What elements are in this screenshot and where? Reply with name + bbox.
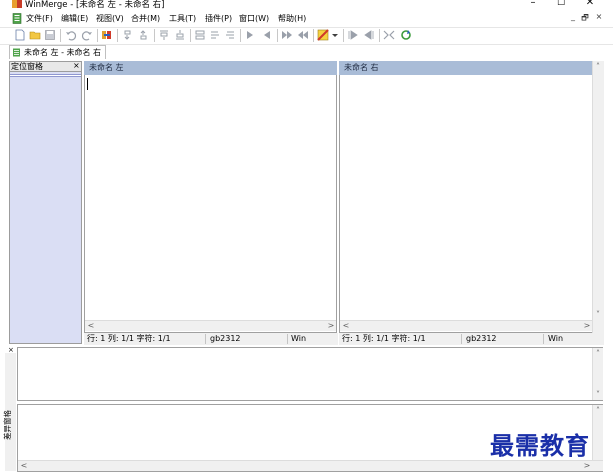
right-cursor-position: 行: 1 列: 1/1 字符: 1/1: [342, 333, 426, 345]
menu-file[interactable]: 文件(F): [26, 13, 53, 24]
menu-view[interactable]: 视图(V): [96, 13, 124, 24]
left-encoding: gb2312: [210, 333, 241, 345]
mdi-minimize-button[interactable]: _: [568, 12, 578, 21]
first-diff-icon[interactable]: [158, 29, 170, 41]
menu-edit[interactable]: 编辑(E): [61, 13, 88, 24]
current-diff-icon[interactable]: [194, 29, 206, 41]
diff-pane-title: 差异窗格: [3, 410, 12, 440]
menu-plugins[interactable]: 插件(P): [205, 13, 232, 24]
right-text-pane[interactable]: [339, 61, 593, 333]
vertical-scrollbar[interactable]: [592, 61, 604, 345]
menu-tools[interactable]: 工具(T): [169, 13, 196, 24]
window-title: WinMerge - [未命名 左 - 未命名 右]: [25, 0, 165, 10]
location-viewport-indicator[interactable]: [10, 74, 81, 77]
open-folder-icon[interactable]: [29, 29, 41, 41]
left-horizontal-scrollbar[interactable]: [85, 320, 336, 331]
dropdown-arrow-icon[interactable]: [331, 29, 339, 41]
menu-bar: [0, 10, 613, 27]
scroll-left-arrow-icon[interactable]: <: [86, 320, 96, 331]
left-pane-header: 未命名 左: [84, 61, 337, 75]
new-file-icon[interactable]: [14, 29, 26, 41]
prev-diff-icon[interactable]: [138, 29, 150, 41]
color-scheme-icon[interactable]: [317, 29, 329, 41]
undo-icon[interactable]: [65, 29, 77, 41]
left-eol-type: Win: [291, 333, 307, 345]
left-cursor-position: 行: 1 列: 1/1 字符: 1/1: [87, 333, 171, 345]
right-encoding: gb2312: [466, 333, 497, 345]
scroll-up-arrow-icon[interactable]: ˄: [593, 61, 603, 72]
copy-to-right-icon[interactable]: [244, 29, 256, 41]
mdi-restore-button[interactable]: 🗗: [580, 12, 590, 26]
scroll-up-arrow-icon[interactable]: ˄: [593, 405, 603, 416]
scroll-left-arrow-icon[interactable]: <: [19, 460, 29, 471]
refresh-icon[interactable]: [400, 29, 412, 41]
copy-left-icon[interactable]: [209, 29, 221, 41]
location-pane[interactable]: [9, 61, 82, 344]
watermark-text: 最需教育: [490, 431, 590, 460]
tab-compare-document[interactable]: 未命名 左 - 未命名 右: [9, 45, 107, 59]
right-horizontal-scrollbar[interactable]: [340, 320, 592, 331]
copy-all-right-icon[interactable]: [281, 29, 293, 41]
menu-merge[interactable]: 合并(M): [131, 13, 160, 24]
copy-all-left-icon[interactable]: [297, 29, 309, 41]
scroll-right-arrow-icon[interactable]: >: [582, 460, 592, 471]
scroll-right-arrow-icon[interactable]: >: [582, 320, 592, 331]
close-window-button[interactable]: ✕: [580, 0, 600, 9]
scroll-down-arrow-icon[interactable]: ˅: [593, 309, 603, 320]
winmerge-app-icon: [12, 0, 22, 8]
scroll-down-arrow-icon[interactable]: ˅: [593, 389, 603, 400]
compare-icon[interactable]: [101, 29, 113, 41]
minimize-button[interactable]: –: [523, 0, 543, 9]
mdi-close-button[interactable]: ×: [594, 12, 604, 21]
text-caret: [87, 78, 88, 90]
maximize-button[interactable]: ☐: [551, 0, 571, 9]
copy-right-icon[interactable]: [224, 29, 236, 41]
save-icon[interactable]: [44, 29, 56, 41]
location-pane-title: 定位窗格: [11, 62, 43, 71]
menu-help[interactable]: 帮助(H): [278, 13, 306, 24]
location-pane-close-button[interactable]: ×: [73, 61, 80, 71]
redo-icon[interactable]: [81, 29, 93, 41]
prev-file-icon[interactable]: [363, 29, 375, 41]
last-diff-icon[interactable]: [174, 29, 186, 41]
menu-window[interactable]: 窗口(W): [239, 13, 269, 24]
right-pane-header: 未命名 右: [339, 61, 593, 75]
scroll-up-arrow-icon[interactable]: ˄: [593, 348, 603, 359]
scroll-left-arrow-icon[interactable]: <: [341, 320, 351, 331]
document-icon: [13, 48, 20, 57]
diff-pane-top[interactable]: [17, 347, 603, 401]
merge-icon[interactable]: [383, 29, 395, 41]
next-diff-icon[interactable]: [122, 29, 134, 41]
next-file-icon[interactable]: [347, 29, 359, 41]
document-icon: [12, 13, 22, 24]
tab-label: 未命名 左 - 未命名 右: [24, 48, 102, 57]
right-eol-type: Win: [548, 333, 564, 345]
left-text-pane[interactable]: [84, 61, 337, 333]
diff-horizontal-scrollbar[interactable]: [18, 460, 603, 471]
scroll-right-arrow-icon[interactable]: >: [326, 320, 336, 331]
copy-to-left-icon[interactable]: [261, 29, 273, 41]
